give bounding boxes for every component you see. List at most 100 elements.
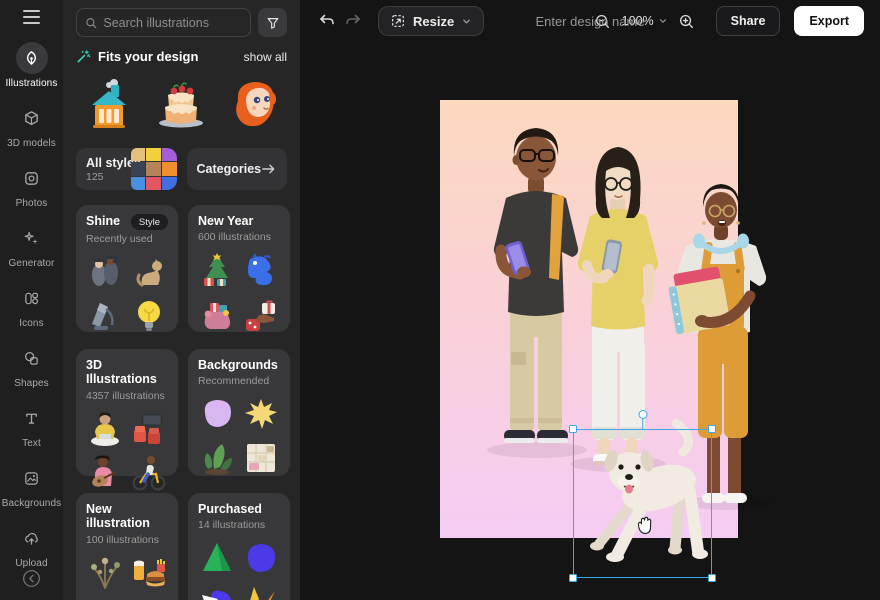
sidebar-item-shapes[interactable]: Shapes — [2, 342, 62, 389]
text-icon — [16, 402, 48, 434]
thumb-green-cone[interactable] — [198, 539, 236, 577]
categories-card[interactable]: Categories — [187, 148, 288, 190]
search-input[interactable] — [103, 16, 242, 30]
thumb-lamp[interactable] — [86, 297, 124, 335]
thumb-lightning[interactable] — [242, 583, 280, 600]
card-title: Shine — [86, 214, 120, 228]
card-title: Backgrounds — [198, 358, 278, 372]
resize-handle-top-right[interactable] — [708, 425, 716, 433]
search-field[interactable] — [76, 8, 251, 37]
card-backgrounds[interactable]: Backgrounds Recommended — [188, 349, 290, 476]
all-styles-card[interactable]: All styles 125 — [76, 148, 177, 190]
card-subtitle: Recommended — [198, 375, 280, 387]
sidebar-item-label: Text — [22, 438, 41, 449]
photo-icon — [16, 162, 48, 194]
card-title: Purchased — [198, 502, 262, 516]
illustration-thumb-house[interactable] — [76, 72, 142, 136]
card-title: New illustration — [86, 502, 168, 531]
design-name-input[interactable] — [500, 14, 680, 29]
sidebar-item-text[interactable]: Text — [2, 402, 62, 449]
thumb-purple-blob[interactable] — [198, 395, 236, 433]
styles-mosaic-preview — [131, 148, 177, 190]
thumb-bulb[interactable] — [130, 297, 168, 335]
icon-set-icon — [16, 282, 48, 314]
sidebar-item-label: Shapes — [14, 378, 49, 389]
thumb-triangle-blob[interactable] — [198, 583, 236, 600]
sidebar-item-photos[interactable]: Photos — [2, 162, 62, 209]
sidebar-item-label: Illustrations — [6, 78, 58, 89]
collapse-panel-button[interactable] — [22, 569, 41, 588]
filter-icon — [266, 16, 280, 30]
share-button[interactable]: Share — [716, 6, 781, 36]
library-cards: Shine Style Recently used New Year 600 i… — [76, 205, 287, 600]
sidebar-item-label: Icons — [19, 318, 43, 329]
sparkles-icon — [16, 222, 48, 254]
thumb-dried-flowers[interactable] — [86, 554, 124, 592]
sidebar-item-icons[interactable]: Icons — [2, 282, 62, 329]
resize-handle-bottom-left[interactable] — [569, 574, 577, 582]
icon-sidebar: Illustrations 3D models Photos Generator — [0, 0, 63, 600]
style-badge: Style — [131, 214, 168, 230]
card-title: New Year — [198, 214, 253, 228]
design-canvas[interactable]: Resize 100% Share Export — [300, 0, 880, 600]
resize-button[interactable]: Resize — [378, 6, 484, 36]
resize-handle-top-left[interactable] — [569, 425, 577, 433]
card-new-illustration[interactable]: New illustration 100 illustrations — [76, 493, 178, 600]
chevron-down-icon — [461, 16, 472, 27]
card-subtitle: 600 illustrations — [198, 231, 280, 243]
illustration-thumb-girl-head[interactable] — [220, 72, 286, 136]
redo-button[interactable] — [340, 8, 366, 34]
sidebar-nav: Illustrations 3D models Photos Generator — [2, 42, 62, 569]
undo-button[interactable] — [314, 8, 340, 34]
undo-icon — [318, 12, 336, 30]
sidebar-item-generator[interactable]: Generator — [2, 222, 62, 269]
image-icon — [16, 462, 48, 494]
selection-box[interactable] — [573, 429, 712, 578]
thumb-classroom[interactable] — [130, 410, 168, 448]
sidebar-item-3d-models[interactable]: 3D models — [2, 102, 62, 149]
sidebar-item-backgrounds[interactable]: Backgrounds — [2, 462, 62, 509]
show-all-link[interactable]: show all — [244, 50, 287, 64]
magic-wand-icon — [76, 49, 91, 64]
card-title: 3D Illustrations — [86, 358, 168, 387]
resize-handle-bottom-right[interactable] — [708, 574, 716, 582]
shapes-icon — [16, 342, 48, 374]
app-window: Illustrations 3D models Photos Generator — [0, 0, 880, 600]
thumb-burger-beer[interactable] — [130, 554, 168, 592]
thumb-plant[interactable] — [198, 439, 236, 477]
thumb-collage[interactable] — [242, 439, 280, 477]
sidebar-item-upload[interactable]: Upload — [2, 522, 62, 569]
thumb-christmas-tree[interactable] — [198, 251, 236, 289]
zoom-in-icon — [678, 13, 695, 30]
sidebar-item-label: 3D models — [7, 138, 56, 149]
thumb-woman-laptop[interactable] — [86, 410, 124, 448]
card-subtitle: 4357 illustrations — [86, 390, 168, 402]
resize-icon — [390, 13, 406, 29]
thumb-cat[interactable] — [130, 253, 168, 291]
thumb-graduates[interactable] — [86, 253, 124, 291]
filter-button[interactable] — [258, 8, 287, 37]
thumb-girl-guitar[interactable] — [86, 454, 124, 492]
card-shine[interactable]: Shine Style Recently used — [76, 205, 178, 332]
card-new-year[interactable]: New Year 600 illustrations — [188, 205, 290, 332]
library-panel: Fits your design show all — [63, 0, 300, 600]
thumb-starburst[interactable] — [242, 395, 280, 433]
thumb-man-bicycle[interactable] — [130, 454, 168, 492]
arrow-right-icon — [261, 163, 276, 175]
illustration-thumb-cake[interactable] — [148, 72, 214, 136]
export-button[interactable]: Export — [794, 6, 864, 36]
thumb-blue-blob[interactable] — [242, 539, 280, 577]
menu-button[interactable] — [17, 10, 47, 24]
search-icon — [85, 16, 97, 30]
rotation-handle[interactable] — [638, 410, 647, 419]
resize-label: Resize — [413, 14, 454, 29]
thumb-hand-gift[interactable] — [242, 295, 280, 333]
sidebar-item-illustrations[interactable]: Illustrations — [2, 42, 62, 89]
thumb-gift-sack[interactable] — [198, 295, 236, 333]
card-purchased[interactable]: Purchased 14 illustrations — [188, 493, 290, 600]
card-3d-illustrations[interactable]: 3D Illustrations 4357 illustrations — [76, 349, 178, 476]
hamburger-icon — [23, 10, 40, 12]
sidebar-item-label: Upload — [15, 558, 47, 569]
thumb-dragon[interactable] — [242, 251, 280, 289]
top-toolbar: Resize 100% Share Export — [300, 0, 880, 42]
